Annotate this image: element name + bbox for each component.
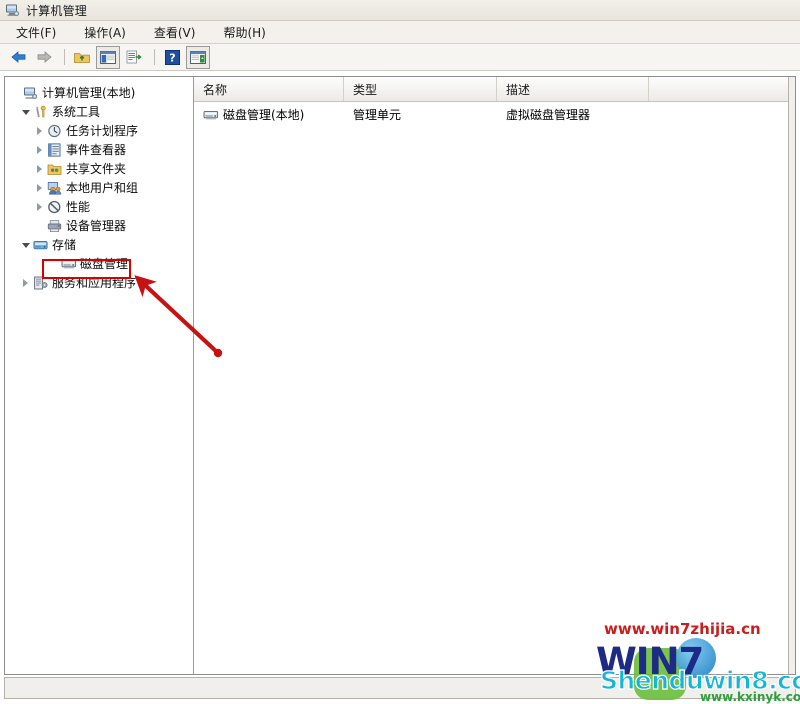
cell-name-text: 磁盘管理(本地) [223,107,305,122]
list-column-headers: 名称 类型 描述 [194,77,788,102]
menu-help[interactable]: 帮助(H) [221,23,267,42]
tree-expander-local-users-groups[interactable] [33,183,46,192]
tree-item-label: 本地用户和组 [66,181,139,195]
tree-item-label: 事件查看器 [66,143,127,157]
tree-expander-storage[interactable] [19,241,32,248]
disk-icon [203,108,219,121]
disk-icon [60,257,77,270]
tree-item-label: 性能 [66,200,91,214]
tree-item-label: 磁盘管理 [80,257,129,271]
tree-item-label: 任务计划程序 [66,124,139,138]
event-log-icon [46,142,63,157]
tree-expander-task-scheduler[interactable] [33,126,46,135]
users-group-icon [46,181,63,195]
export-list-icon[interactable] [123,47,145,68]
toolbar-separator-2 [154,49,155,65]
cell-type: 管理单元 [353,107,402,122]
clock-icon [46,124,63,138]
storage-icon [32,238,49,252]
tree-item-label: 计算机管理(本地) [42,86,136,100]
column-header-type[interactable]: 类型 [344,77,497,101]
tree-item-label: 设备管理器 [66,219,127,233]
result-list-pane[interactable]: 名称 类型 描述 磁盘管理(本地) 管理单元 虚拟磁盘管理器 [194,77,788,674]
column-header-filler[interactable] [649,77,788,101]
svg-text:?: ? [169,51,175,64]
forward-arrow-icon[interactable] [33,47,55,68]
tree-item-event-viewer[interactable]: 事件查看器 [5,140,193,159]
tree-item-root[interactable]: 计算机管理(本地) [5,83,193,102]
column-header-name[interactable]: 名称 [194,77,344,101]
computer-icon [22,86,39,100]
tree-item-performance[interactable]: 性能 [5,197,193,216]
tree-item-storage[interactable]: 存储 [5,234,193,255]
back-arrow-icon[interactable] [8,47,30,68]
tree-expander-services-applications[interactable] [19,278,32,287]
menu-action[interactable]: 操作(A) [82,23,128,42]
table-row[interactable]: 磁盘管理(本地) 管理单元 虚拟磁盘管理器 [194,102,788,126]
tree-item-label: 系统工具 [52,105,101,119]
tree-expander-system-tools[interactable] [19,108,32,115]
cell-name: 磁盘管理(本地) [194,106,344,123]
tree-item-local-users-groups[interactable]: 本地用户和组 [5,178,193,197]
device-manager-icon [46,219,63,233]
console-tree[interactable]: 计算机管理(本地) 系统工具 任务计划程序 事件查看器 共享文件夹 本地用户和组… [5,77,194,674]
computer-icon [5,3,20,17]
toolbar: ? [0,44,800,71]
main-content: 计算机管理(本地) 系统工具 任务计划程序 事件查看器 共享文件夹 本地用户和组… [4,76,796,675]
menu-view[interactable]: 查看(V) [152,23,198,42]
cell-description: 虚拟磁盘管理器 [506,107,591,122]
tools-icon [32,105,49,119]
tree-expander-performance[interactable] [33,202,46,211]
window-title: 计算机管理 [26,3,88,18]
tree-item-task-scheduler[interactable]: 任务计划程序 [5,121,193,140]
shared-folder-icon [46,162,63,176]
tree-item-label: 共享文件夹 [66,162,127,176]
tree-item-label: 存储 [52,238,77,252]
tree-item-shared-folders[interactable]: 共享文件夹 [5,159,193,178]
menu-bar: 文件(F) 操作(A) 查看(V) 帮助(H) [0,21,800,44]
tree-expander-event-viewer[interactable] [33,145,46,154]
help-icon[interactable]: ? [161,47,183,68]
up-folder-icon[interactable] [71,47,93,68]
show-action-pane-icon[interactable] [186,45,210,69]
column-header-description[interactable]: 描述 [497,77,649,101]
performance-icon [46,200,63,214]
services-icon [32,276,49,290]
right-edge-rail [788,77,795,674]
tree-item-system-tools[interactable]: 系统工具 [5,102,193,121]
show-hide-tree-icon[interactable] [96,45,120,69]
tree-expander-shared-folders[interactable] [33,164,46,173]
tree-item-device-manager[interactable]: 设备管理器 [5,216,193,235]
title-bar: 计算机管理 [0,0,800,21]
status-bar [4,677,796,699]
tree-item-disk-management[interactable]: 磁盘管理 [5,254,193,273]
toolbar-separator [64,49,65,65]
tree-item-services-applications[interactable]: 服务和应用程序 [5,273,193,292]
menu-file[interactable]: 文件(F) [14,23,58,42]
tree-item-label: 服务和应用程序 [52,276,137,290]
